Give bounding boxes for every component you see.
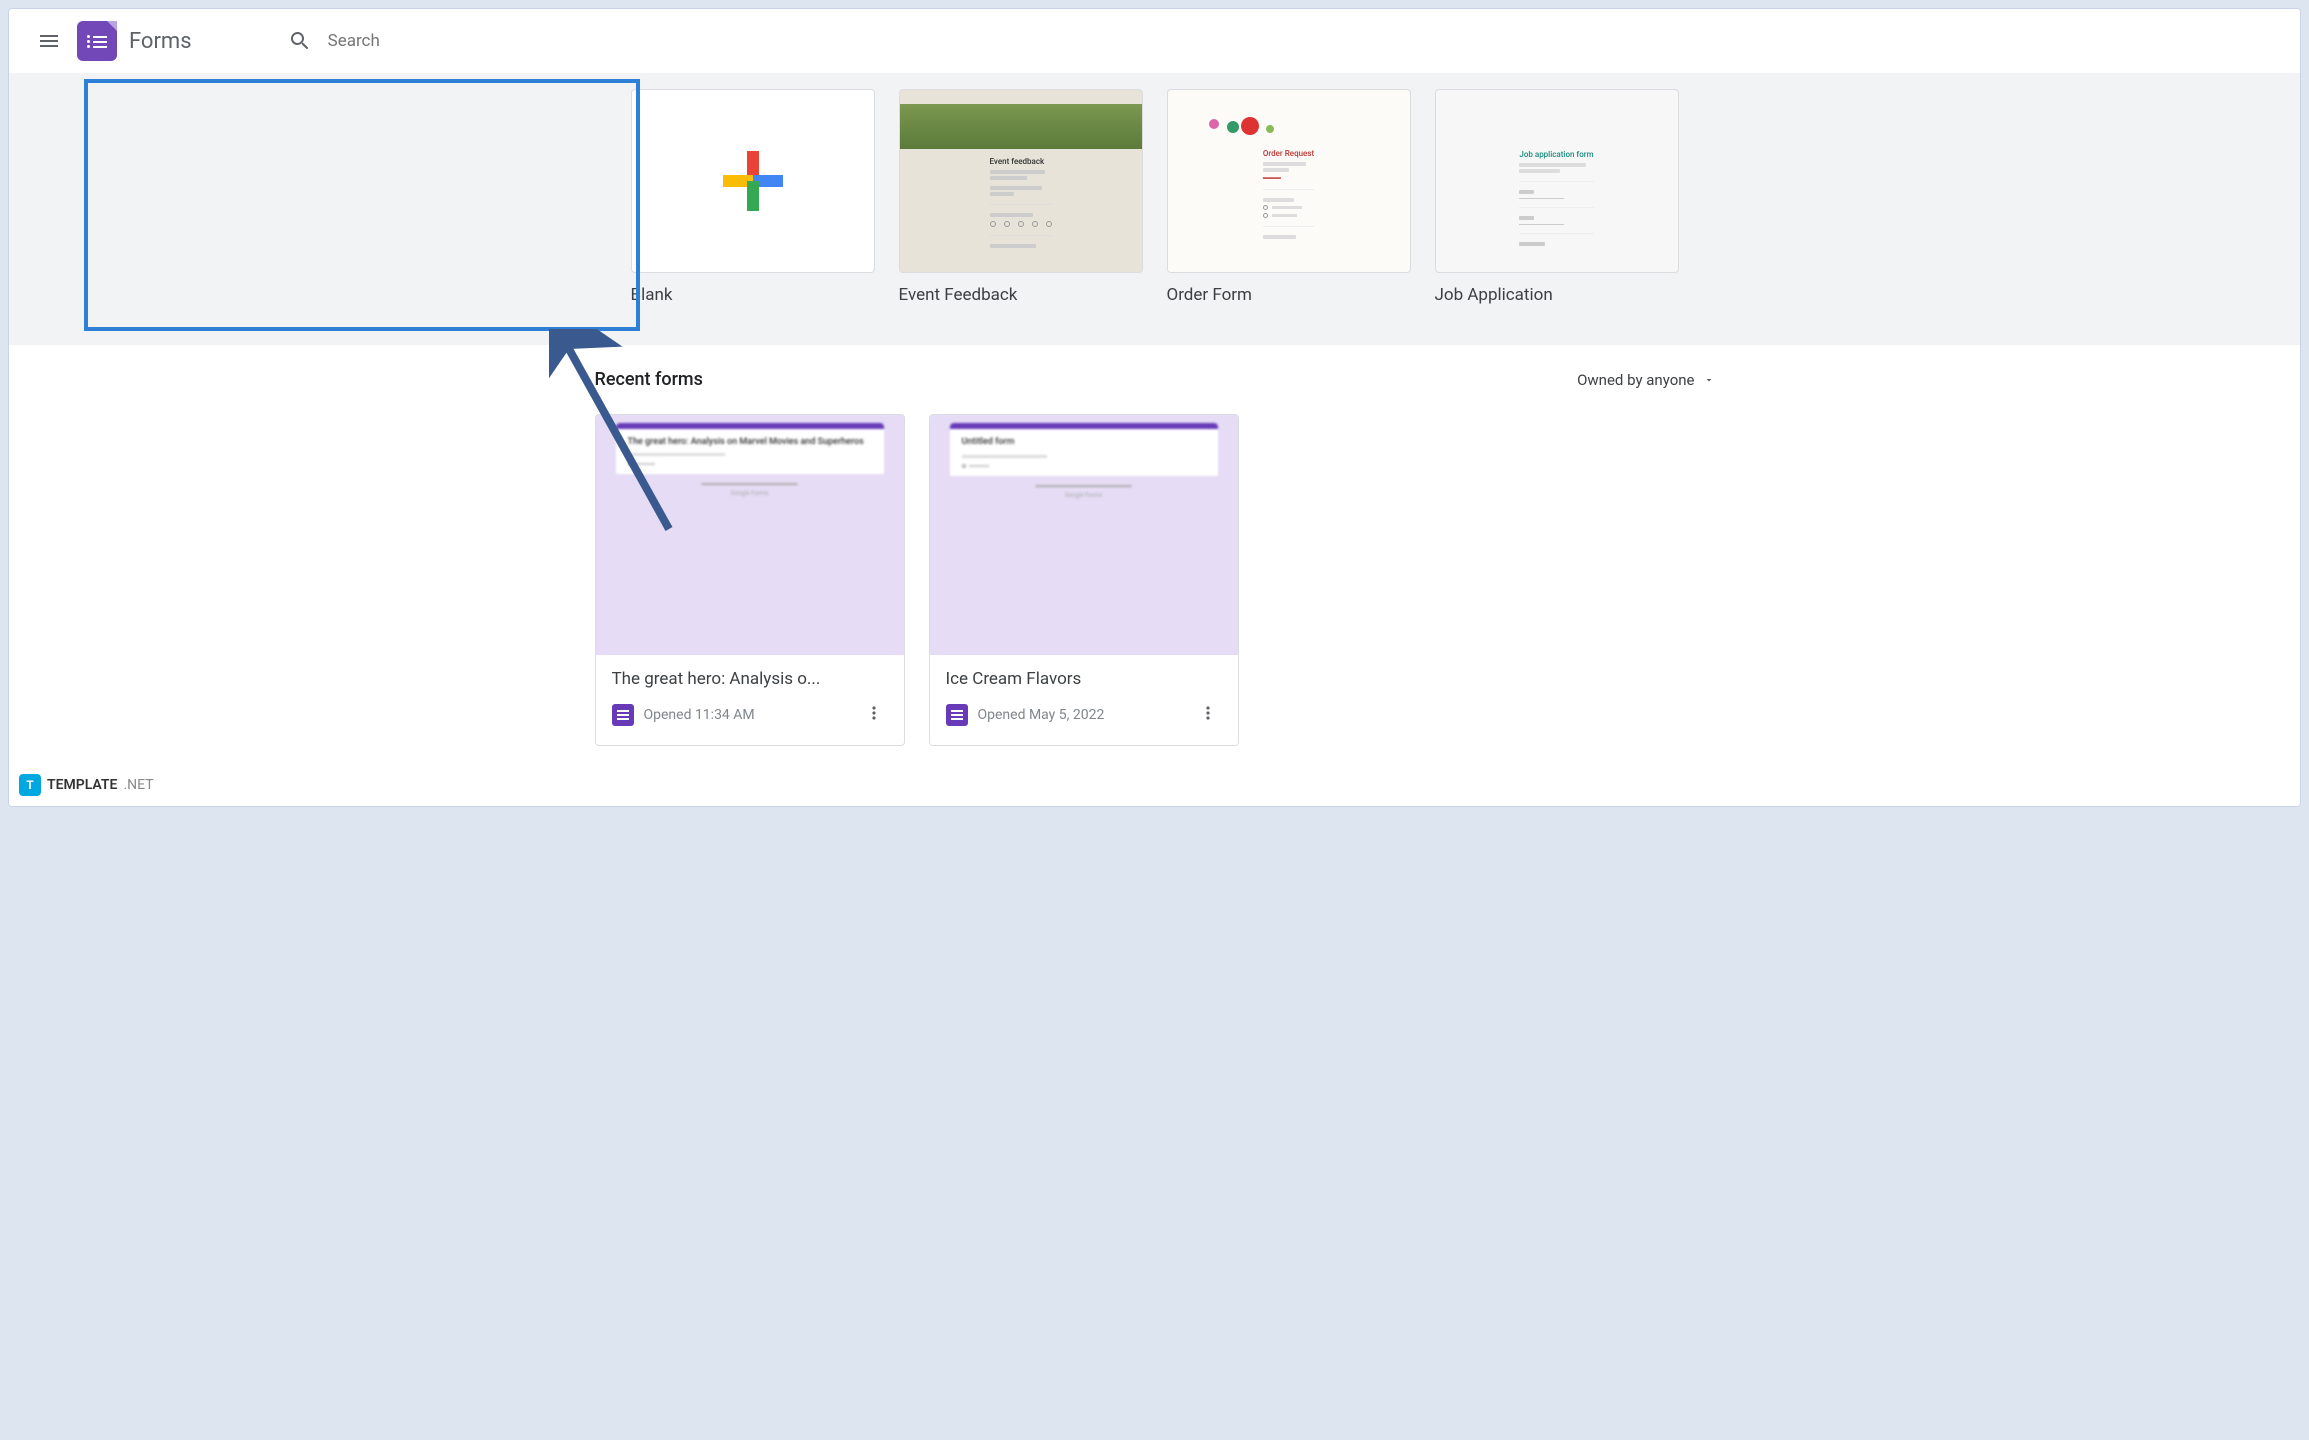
template-label: Job Application	[1435, 285, 1679, 305]
more-options-button[interactable]	[860, 699, 888, 731]
recent-thumb: The great hero: Analysis on Marvel Movie…	[596, 415, 904, 655]
recent-info: Ice Cream Flavors Opened May 5, 2022	[930, 655, 1238, 745]
template-label: Order Form	[1167, 285, 1411, 305]
templates-row: Blank Event feedback	[9, 89, 2300, 305]
template-order-thumb: Order Request ▬▬▬	[1167, 89, 1411, 273]
recent-thumb: Untitled form ▬▬▬▬▬▬▬▬▬▬▬▬▬▬▬▬ Google Fo…	[930, 415, 1238, 655]
watermark-brand: TEMPLATE	[47, 777, 117, 793]
plus-icon	[723, 151, 783, 211]
search-bar[interactable]	[272, 18, 992, 64]
templates-section: Blank Event feedback	[9, 73, 2300, 345]
template-blank[interactable]: Blank	[631, 89, 875, 305]
filter-label: Owned by anyone	[1577, 371, 1694, 389]
header-bar: Forms	[9, 9, 2300, 73]
recent-form-name: The great hero: Analysis o...	[612, 669, 888, 689]
app-title: Forms	[129, 29, 192, 54]
dropdown-arrow-icon	[1703, 374, 1715, 386]
template-label: Event Feedback	[899, 285, 1143, 305]
watermark-suffix: .NET	[123, 777, 153, 793]
more-vert-icon	[864, 703, 884, 723]
template-job-application[interactable]: Job application form Job Application	[1435, 89, 1679, 305]
recent-header: Recent forms Owned by anyone	[555, 369, 1755, 390]
template-event-feedback[interactable]: Event feedback	[899, 89, 1143, 305]
search-icon	[288, 29, 312, 53]
forms-logo-icon	[77, 21, 117, 61]
recent-form-name: Ice Cream Flavors	[946, 669, 1222, 689]
more-options-button[interactable]	[1194, 699, 1222, 731]
template-label: Blank	[631, 285, 875, 305]
ownership-filter-dropdown[interactable]: Owned by anyone	[1577, 371, 1714, 389]
forms-file-icon	[946, 704, 968, 726]
recent-form-card[interactable]: Untitled form ▬▬▬▬▬▬▬▬▬▬▬▬▬▬▬▬ Google Fo…	[929, 414, 1239, 746]
watermark: T TEMPLATE .NET	[19, 774, 154, 796]
template-event-thumb: Event feedback	[899, 89, 1143, 273]
more-vert-icon	[1198, 703, 1218, 723]
hamburger-icon	[37, 29, 61, 53]
app-frame: Forms Blank	[8, 8, 2301, 807]
template-blank-thumb	[631, 89, 875, 273]
recent-grid: The great hero: Analysis on Marvel Movie…	[555, 414, 1755, 746]
search-input[interactable]	[328, 31, 976, 51]
template-job-thumb: Job application form	[1435, 89, 1679, 273]
template-order-form[interactable]: Order Request ▬▬▬ Order Form	[1167, 89, 1411, 305]
opened-timestamp: Opened May 5, 2022	[978, 707, 1184, 723]
annotation-highlight-box	[84, 79, 640, 331]
forms-file-icon	[612, 704, 634, 726]
main-menu-button[interactable]	[25, 17, 73, 65]
recent-section: Recent forms Owned by anyone The great h…	[9, 345, 2300, 806]
recent-form-card[interactable]: The great hero: Analysis on Marvel Movie…	[595, 414, 905, 746]
opened-timestamp: Opened 11:34 AM	[644, 707, 850, 723]
watermark-logo-icon: T	[19, 774, 41, 796]
recent-info: The great hero: Analysis o... Opened 11:…	[596, 655, 904, 745]
logo-area[interactable]: Forms	[77, 21, 192, 61]
recent-title: Recent forms	[595, 369, 703, 390]
